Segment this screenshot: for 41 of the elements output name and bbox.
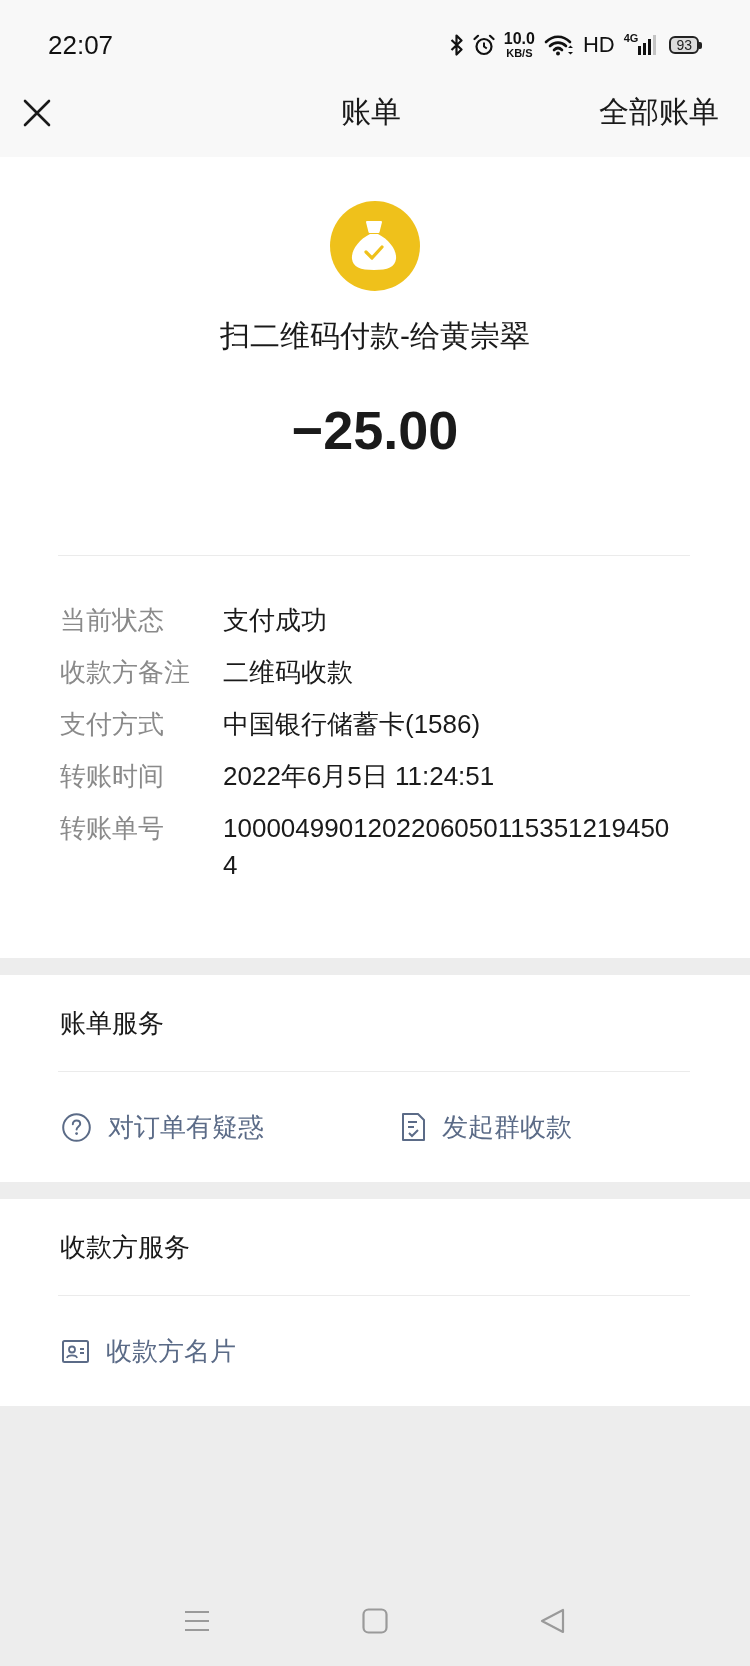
all-bills-link[interactable]: 全部账单 (599, 92, 719, 133)
detail-label: 支付方式 (60, 708, 165, 741)
hd-label: HD (582, 32, 615, 58)
network-type: 4G (623, 33, 639, 44)
section-title: 收款方服务 (60, 1231, 190, 1264)
detail-value: 二维码收款 (223, 656, 354, 689)
money-bag-check-icon (330, 201, 420, 291)
signal-icon (638, 35, 657, 55)
detail-value: 10000499012022060501153512194504 (223, 812, 671, 882)
back-triangle-icon (540, 1608, 566, 1634)
service-item[interactable]: 发起群收款 (402, 1109, 572, 1145)
status-time: 22:07 (48, 29, 114, 61)
alarm-clock-icon (472, 34, 495, 56)
close-button[interactable] (23, 98, 51, 127)
home-square-icon (362, 1608, 388, 1634)
menu-icon (184, 1608, 210, 1634)
detail-value: 2022年6月5日 11:24:51 (223, 760, 496, 793)
contact-card-icon (62, 1339, 89, 1363)
bluetooth-icon (449, 34, 464, 56)
payment-title: 扫二维码付款-给黄崇翠 (220, 318, 530, 354)
section-title: 账单服务 (60, 1007, 164, 1040)
detail-label: 收款方备注 (60, 656, 191, 689)
document-check-icon (402, 1113, 425, 1141)
detail-label: 转账单号 (60, 812, 165, 845)
payment-amount: −25.00 (291, 399, 459, 462)
service-item[interactable]: 收款方名片 (62, 1333, 236, 1369)
question-mark-icon (62, 1112, 91, 1142)
network-speed: 10.0 (503, 31, 535, 47)
wifi-icon (543, 34, 574, 56)
speed-unit: KB/S (506, 48, 533, 59)
menu-button[interactable] (184, 1608, 210, 1634)
close-icon (23, 98, 51, 127)
service-item[interactable]: 对订单有疑惑 (62, 1109, 264, 1145)
battery-indicator: 93 (669, 36, 702, 54)
detail-value: 支付成功 (223, 604, 328, 637)
page-title: 账单 (341, 94, 401, 130)
detail-label: 转账时间 (60, 760, 165, 793)
detail-label: 当前状态 (60, 604, 165, 637)
detail-value: 中国银行储蓄卡(1586) (223, 708, 482, 741)
home-button[interactable] (362, 1608, 388, 1634)
back-button[interactable] (540, 1608, 566, 1634)
